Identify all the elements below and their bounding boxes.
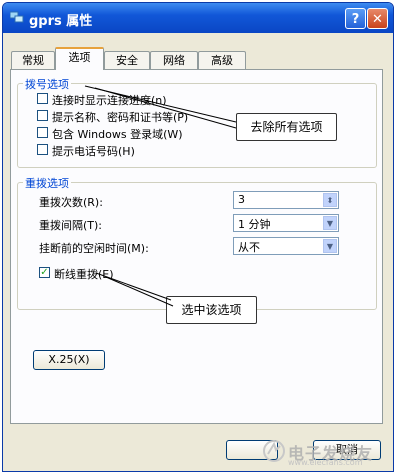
- watermark-url: www.elecfans.com: [288, 458, 363, 467]
- options-panel: 拨号选项 连接时显示连接进度(n) 提示名称、密码和证书等(P) 包含 Wind…: [10, 69, 383, 424]
- callout-line-select-this-2: [105, 276, 174, 307]
- tab-options[interactable]: 选项: [55, 47, 104, 70]
- tab-general[interactable]: 常规: [11, 51, 55, 69]
- help-button[interactable]: ?: [345, 8, 366, 29]
- tab-advanced[interactable]: 高级: [198, 51, 246, 69]
- properties-window: gprs 属性 ? ✕ 常规 选项 安全 网络 高级 拨号选项 连接时显示连接进…: [2, 2, 394, 472]
- window-title: gprs 属性: [29, 14, 93, 29]
- callout-line-clear-all-2: [94, 87, 237, 129]
- network-connection-icon: [10, 11, 24, 23]
- title-bar[interactable]: gprs 属性 ? ✕: [3, 3, 393, 33]
- tab-security[interactable]: 安全: [104, 51, 150, 69]
- callout-pointer-lines: [84, 85, 237, 307]
- tab-networking[interactable]: 网络: [150, 51, 198, 69]
- close-button[interactable]: ✕: [367, 8, 388, 29]
